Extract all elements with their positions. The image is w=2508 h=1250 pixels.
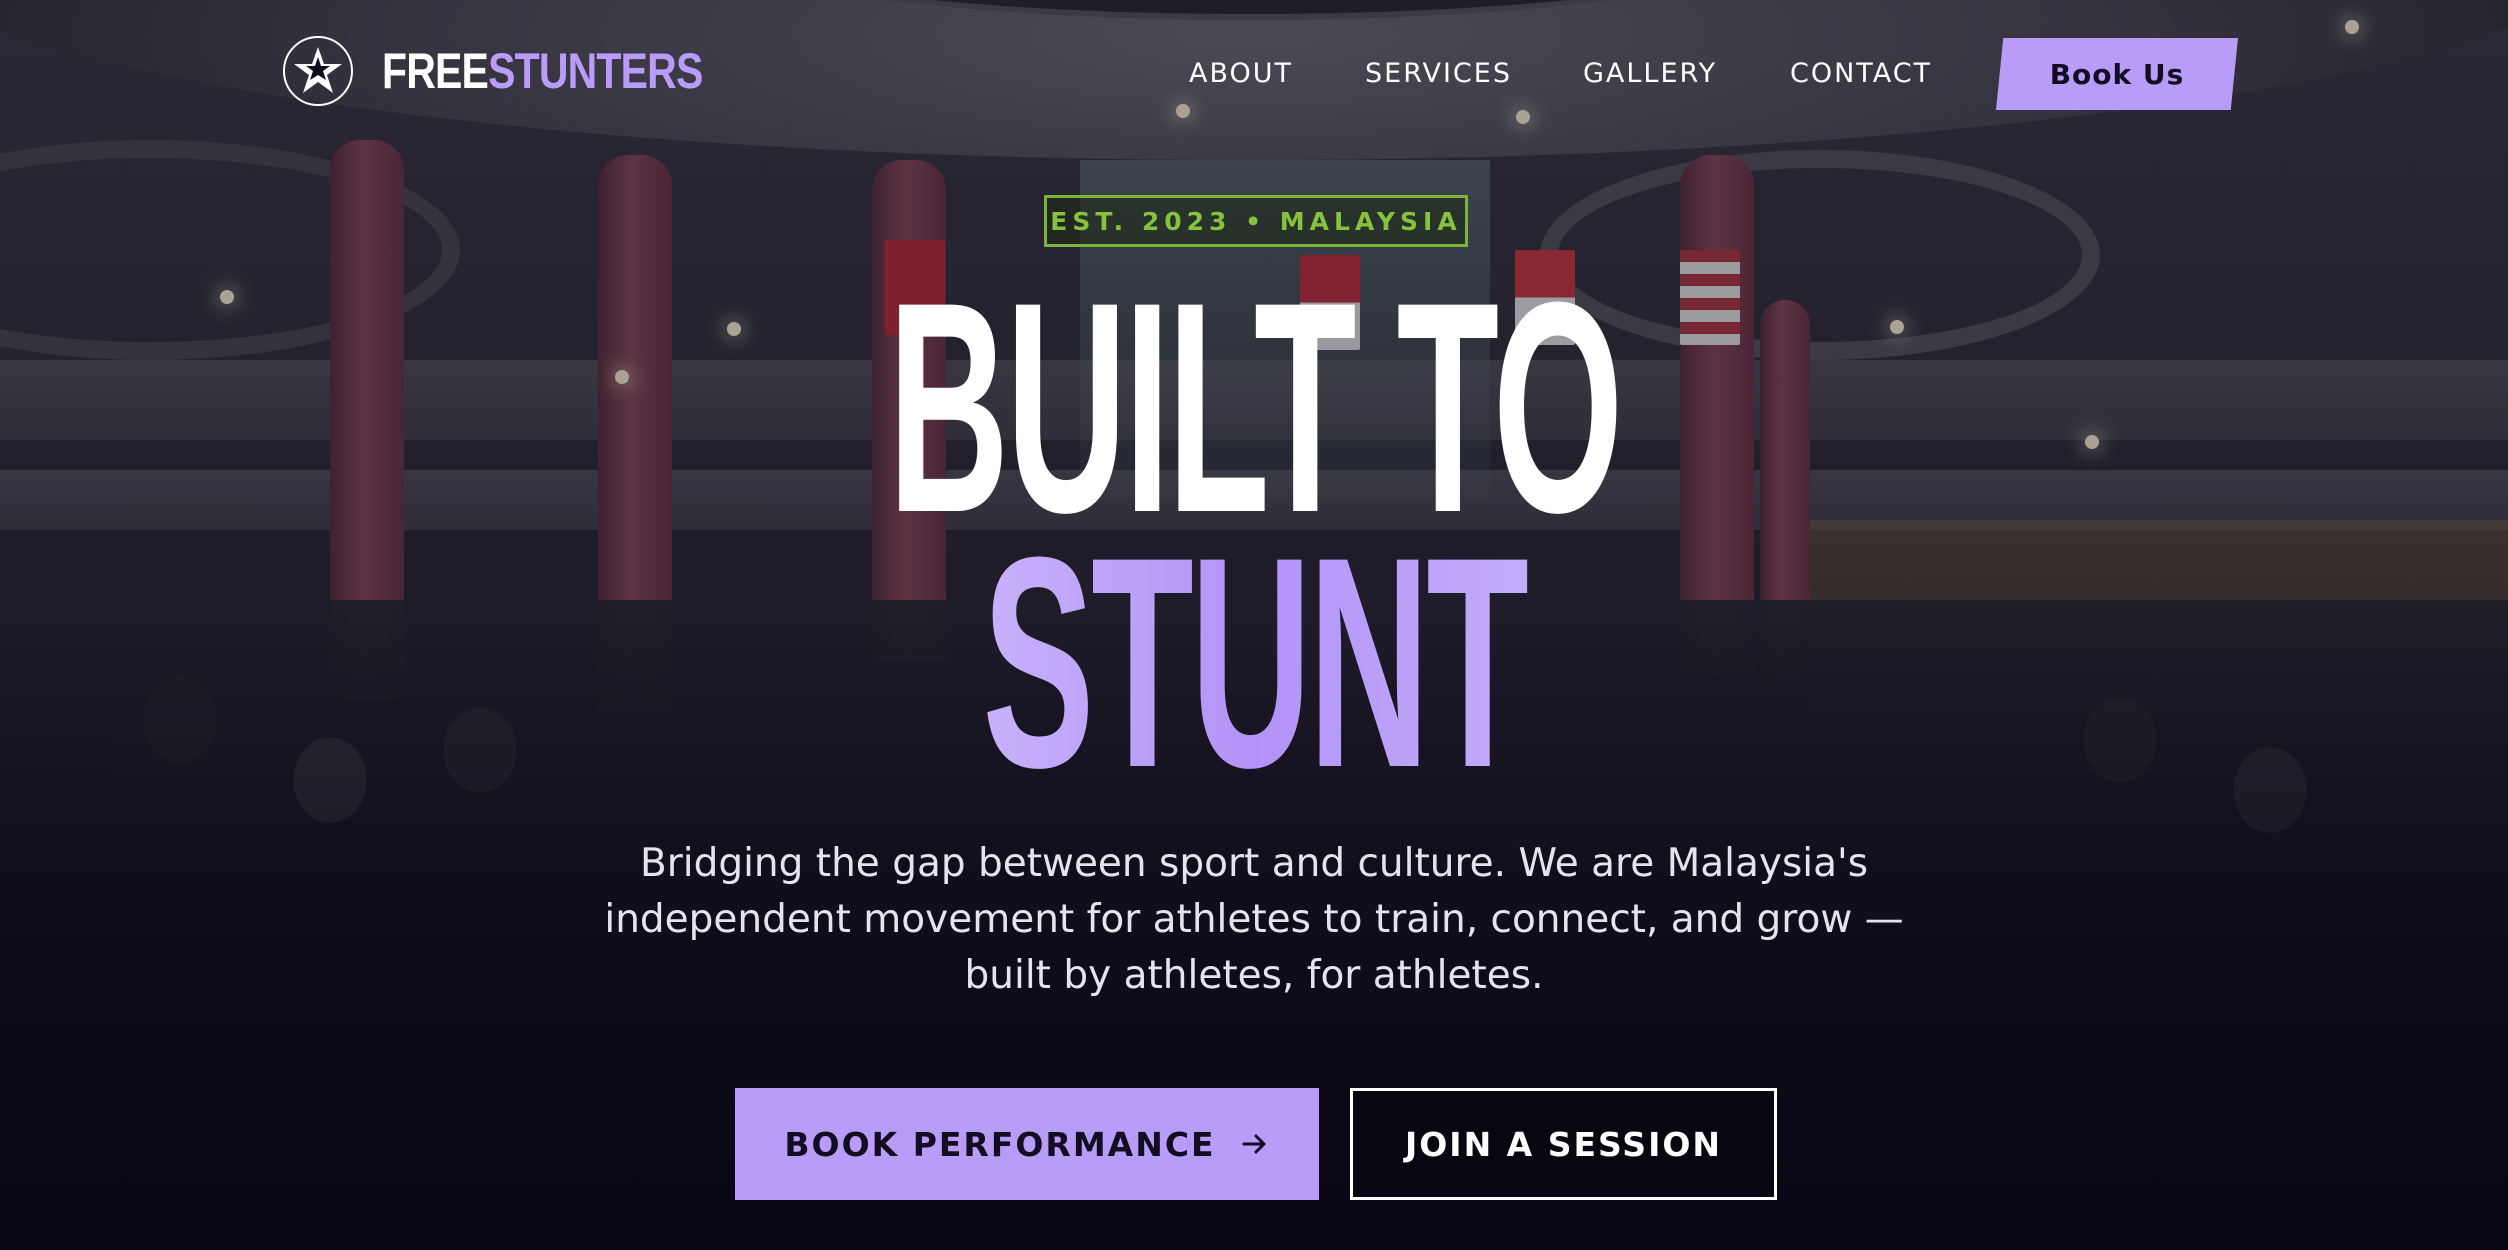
join-session-label: JOIN A SESSION — [1404, 1124, 1723, 1164]
star-emblem-icon — [283, 36, 353, 106]
join-session-button[interactable]: JOIN A SESSION — [1350, 1088, 1777, 1200]
brand-word-free: FREE — [382, 43, 489, 99]
nav-link-contact[interactable]: CONTACT — [1790, 58, 1932, 89]
nav-link-services[interactable]: SERVICES — [1365, 58, 1512, 89]
book-performance-button[interactable]: BOOK PERFORMANCE — [735, 1088, 1319, 1200]
nav-link-about[interactable]: ABOUT — [1189, 58, 1293, 89]
brand-logo[interactable]: FREESTUNTERS — [280, 33, 773, 109]
top-navigation: FREESTUNTERS ABOUT SERVICES GALLERY CONT… — [0, 0, 2508, 150]
nav-link-gallery[interactable]: GALLERY — [1583, 58, 1717, 89]
hero-headline: BUILT TO STUNT — [0, 257, 2508, 812]
book-us-button[interactable]: Book Us — [1996, 38, 2238, 110]
headline-line-2: STUNT — [552, 512, 1956, 812]
arrow-right-icon — [1242, 1134, 1266, 1154]
brand-word-stunters: STUNTERS — [488, 43, 703, 99]
book-performance-label: BOOK PERFORMANCE — [784, 1124, 1216, 1164]
hero-subtitle: Bridging the gap between sport and cultu… — [604, 841, 1904, 998]
brand-wordmark: FREESTUNTERS — [382, 43, 703, 99]
